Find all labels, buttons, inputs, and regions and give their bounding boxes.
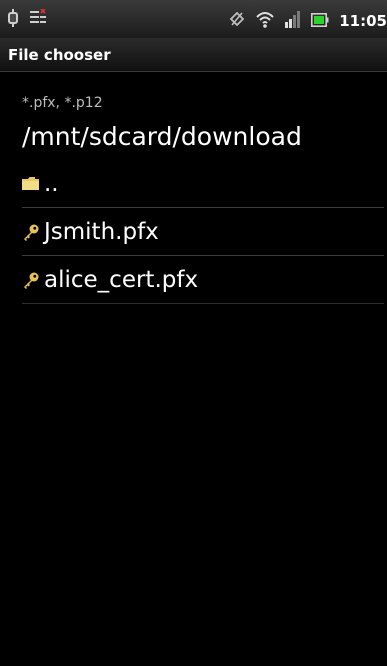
list-item-jsmith-pfx[interactable]: Jsmith.pfx [22, 208, 384, 256]
file-filter-label: *.pfx, *.p12 [22, 95, 103, 111]
battery-icon [311, 12, 329, 31]
key-icon [22, 223, 42, 241]
status-bar: 11:05 [0, 0, 387, 38]
list-item-label: Jsmith.pfx [44, 218, 159, 245]
file-list: .. Jsmith.pfx alice_cert.pfx [22, 160, 384, 304]
status-bar-right: 11:05 [229, 9, 387, 33]
list-item-parent-folder[interactable]: .. [22, 160, 384, 208]
window-title: File chooser [8, 46, 111, 64]
folder-icon [22, 177, 42, 190]
status-bar-left [6, 8, 56, 31]
list-item-label: .. [44, 170, 59, 197]
signal-icon [285, 10, 301, 32]
list-item-label: alice_cert.pfx [44, 266, 199, 293]
key-icon [22, 271, 42, 289]
sync-off-icon [229, 10, 245, 32]
notification-icon [30, 8, 46, 31]
android-debug-icon [6, 9, 20, 31]
title-bar: File chooser [0, 38, 387, 72]
status-clock: 11:05 [339, 12, 387, 30]
list-item-alice-cert-pfx[interactable]: alice_cert.pfx [22, 256, 384, 304]
current-path: /mnt/sdcard/download [22, 122, 302, 151]
wifi-icon [255, 9, 275, 33]
